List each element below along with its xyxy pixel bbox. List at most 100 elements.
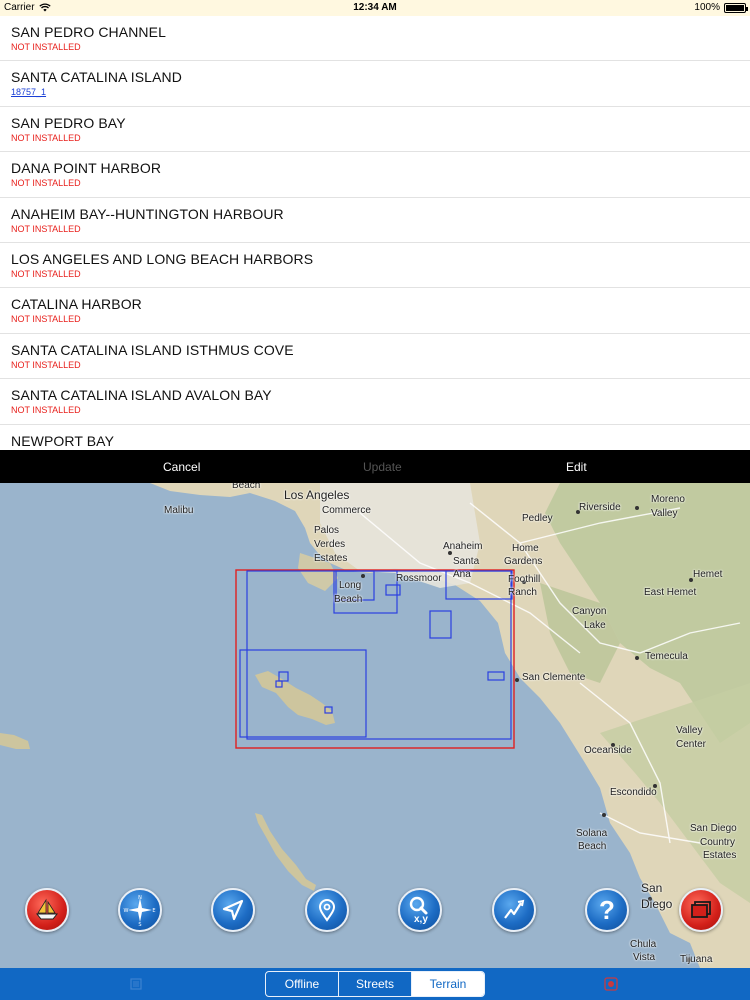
layers-button[interactable]	[679, 888, 723, 932]
map-label-ana: Ana	[453, 569, 471, 580]
chart-id-link[interactable]: 18757_1	[11, 86, 739, 98]
map-label-diego: Diego	[641, 897, 673, 911]
tab-bar: Offline Streets Terrain	[0, 968, 750, 1000]
help-icon: ?	[599, 895, 615, 925]
map-label-estates-2: Estates	[703, 850, 737, 861]
chart-name: SANTA CATALINA ISLAND AVALON BAY	[11, 387, 272, 404]
chart-list-item[interactable]: SANTA CATALINA ISLAND ISTHMUS COVE NOT IN…	[0, 334, 750, 380]
chart-name: CATALINA HARBOR	[11, 296, 142, 313]
search-coordinates-button[interactable]: x,y	[398, 888, 442, 932]
coverage-dana-point-harbor[interactable]	[487, 671, 505, 681]
svg-text:E: E	[152, 908, 155, 914]
chart-name: NEWPORT BAY	[11, 432, 115, 449]
edit-button[interactable]: Edit	[566, 460, 587, 474]
map-label-rossmoor: Rossmoor	[396, 573, 442, 584]
chart-status: NOT INSTALLED	[11, 42, 81, 52]
pin-button[interactable]	[305, 888, 349, 932]
map-label-anaheim: Anaheim	[443, 541, 483, 552]
map-label-east-hemet: East Hemet	[644, 587, 697, 598]
map-label-san-clemente: San Clemente	[522, 672, 586, 683]
chart-name: SANTA CATALINA ISLAND	[11, 69, 182, 86]
settings-icon[interactable]	[130, 978, 142, 990]
map-label-valley-center-2: Center	[676, 739, 707, 750]
chart-name: SANTA CATALINA ISLAND ISTHMUS COVE	[11, 341, 294, 358]
coverage-san-pedro-channel[interactable]	[235, 569, 515, 749]
sailboat-icon	[35, 898, 59, 920]
map-label-escondido: Escondido	[610, 787, 657, 798]
battery-icon	[724, 2, 748, 13]
chart-list-item[interactable]: CATALINA HARBOR NOT INSTALLED	[0, 288, 750, 334]
map-label-long: Long	[339, 580, 362, 591]
map-label-palos: Palos	[314, 525, 340, 536]
route-icon	[504, 899, 525, 919]
boat-button[interactable]	[25, 888, 69, 932]
map-label-canyon: Canyon	[572, 606, 607, 617]
map-label-san-diego-country: San Diego	[690, 823, 737, 834]
map-label-vista: Vista	[633, 952, 656, 963]
layers-icon	[691, 901, 711, 918]
map-label-lake: Lake	[584, 620, 606, 631]
map-view[interactable]: Beach Malibu Los Angeles Commerce Palos …	[0, 483, 750, 968]
map-label-valley: Valley	[651, 508, 678, 519]
search-coordinates-label: x,y	[414, 914, 428, 925]
svg-text:S: S	[138, 922, 141, 927]
cancel-button[interactable]: Cancel	[163, 460, 200, 474]
locate-button[interactable]	[211, 888, 255, 932]
route-button[interactable]	[492, 888, 536, 932]
chart-list-item[interactable]: SANTA CATALINA ISLAND 18757_1	[0, 61, 750, 107]
chart-name: LOS ANGELES AND LONG BEACH HARBORS	[11, 250, 314, 267]
chart-list-item[interactable]: ANAHEIM BAY--HUNTINGTON HARBOUR NOT INSTA…	[0, 198, 750, 243]
chart-list-item[interactable]: SAN PEDRO CHANNEL NOT INSTALLED	[0, 16, 750, 62]
map-label-riverside: Riverside	[579, 502, 621, 513]
map-label-foothill: Foothill	[508, 574, 541, 585]
chart-status: NOT INSTALLED	[11, 405, 81, 416]
chart-list-item[interactable]: DANA POINT HARBOR NOT INSTALLED	[0, 152, 750, 198]
map-label-home: Home	[512, 543, 539, 554]
map-label-temecula: Temecula	[645, 651, 688, 662]
chart-list-item[interactable]: SANTA CATALINA ISLAND AVALON BAY NOT INST…	[0, 379, 750, 425]
map-label-valley-center-1: Valley	[676, 725, 703, 736]
map-label-solana: Solana	[576, 828, 608, 839]
map-pin-icon	[318, 899, 336, 922]
map-label-san: San	[641, 881, 663, 895]
navigation-arrow-icon	[222, 899, 244, 921]
tab-terrain[interactable]: Terrain	[412, 972, 484, 996]
chart-list-item[interactable]: NEWPORT BAY	[0, 425, 750, 450]
chart-name: ANAHEIM BAY--HUNTINGTON HARBOUR	[11, 205, 284, 222]
tab-streets[interactable]: Streets	[339, 972, 412, 996]
battery-percent: 100%	[694, 2, 720, 13]
chart-name: SAN PEDRO BAY	[11, 114, 126, 131]
map-label-oceanside: Oceanside	[584, 745, 632, 756]
map-label-beach: Beach	[232, 483, 261, 491]
chart-status: NOT INSTALLED	[11, 268, 81, 279]
coverage-anaheim-bay[interactable]	[385, 584, 401, 596]
map-label-commerce: Commerce	[322, 505, 371, 516]
help-button[interactable]: ?	[585, 888, 629, 932]
map-label-estates: Estates	[314, 553, 348, 564]
map-terrain	[0, 483, 750, 968]
chart-list-item[interactable]: SAN PEDRO BAY NOT INSTALLED	[0, 107, 750, 153]
chart-status: NOT INSTALLED	[11, 359, 81, 370]
update-button[interactable]: Update	[363, 460, 402, 474]
chart-list-item[interactable]: LOS ANGELES AND LONG BEACH HARBORS NOT IN…	[0, 243, 750, 289]
chart-name: SAN PEDRO CHANNEL	[11, 24, 166, 40]
svg-text:W: W	[124, 908, 129, 914]
map-label-tijuana: Tijuana	[680, 954, 713, 965]
chart-status: NOT INSTALLED	[11, 223, 81, 234]
coverage-la-long-beach-harbors[interactable]	[333, 570, 398, 614]
coverage-newport-bay[interactable]	[429, 610, 452, 639]
map-label-country: Country	[700, 837, 736, 848]
chart-list[interactable]: SAN PEDRO CHANNEL NOT INSTALLED SANTA CATA…	[0, 16, 750, 450]
compass-icon: N S W E	[124, 895, 156, 927]
coverage-san-pedro-bay[interactable]	[246, 570, 512, 740]
chart-status: NOT INSTALLED	[11, 314, 81, 325]
svg-text:N: N	[138, 895, 142, 901]
map-label-santa: Santa	[453, 556, 480, 567]
map-label-chula: Chula	[630, 939, 657, 950]
tab-offline[interactable]: Offline	[266, 972, 339, 996]
map-label-pedley: Pedley	[522, 513, 553, 524]
map-label-malibu: Malibu	[164, 505, 194, 516]
record-icon[interactable]	[604, 977, 618, 991]
compass-button[interactable]: N S W E	[118, 888, 162, 932]
map-label-hemet: Hemet	[693, 569, 723, 580]
